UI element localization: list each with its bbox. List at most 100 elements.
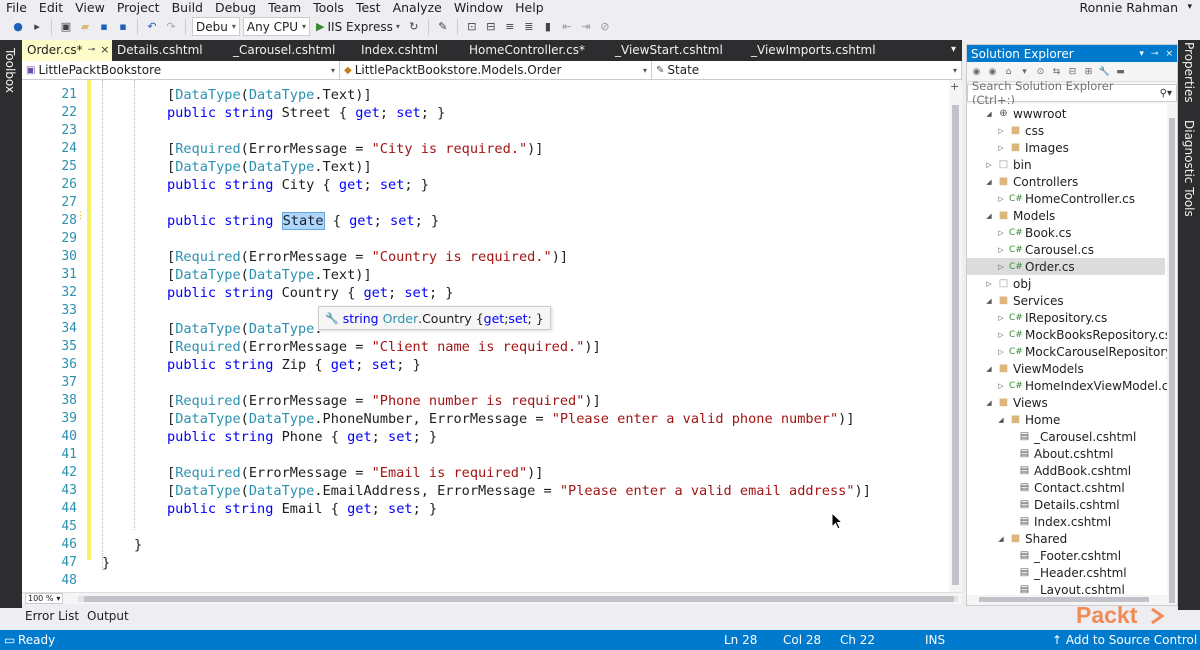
tab-details-cshtml[interactable]: Details.cshtml xyxy=(112,40,228,61)
expanded-arrow-icon[interactable]: ◢ xyxy=(996,535,1006,543)
menu-help[interactable]: Help xyxy=(509,0,550,15)
tree-item-services[interactable]: ◢ ■ Services xyxy=(984,292,1063,309)
code-editor[interactable]: 21 22 23 24 25 26 27 28 29 30 31 32 33 3… xyxy=(22,80,962,592)
bookmark-icon[interactable]: ▮ xyxy=(540,19,556,35)
tree-item-home[interactable]: ◢ ■ Home xyxy=(996,411,1060,428)
tree-item-wwwroot[interactable]: ◢ ⊕ wwwroot xyxy=(984,105,1066,122)
expanded-arrow-icon[interactable]: ◢ xyxy=(984,399,994,407)
tree-item-addbook-view[interactable]: ▤ AddBook.cshtml xyxy=(1018,462,1131,479)
tree-item-obj[interactable]: ▷ □ obj xyxy=(984,275,1031,292)
user-name[interactable]: Ronnie Rahman xyxy=(1079,0,1178,15)
pending-changes-icon[interactable]: ⊙ xyxy=(1034,65,1047,78)
switch-views-icon[interactable]: ▾ xyxy=(1018,65,1031,78)
expanded-arrow-icon[interactable]: ◢ xyxy=(996,416,1006,424)
tree-item-views[interactable]: ◢ ■ Views xyxy=(984,394,1047,411)
tree-item-order[interactable]: ▷ C# Order.cs xyxy=(967,258,1165,275)
expanded-arrow-icon[interactable]: ◢ xyxy=(984,178,994,186)
menu-file[interactable]: File xyxy=(0,0,33,15)
forward-icon[interactable]: ◉ xyxy=(986,65,999,78)
tab-homecontroller-cs[interactable]: HomeController.cs* xyxy=(464,40,610,61)
tree-item-irepository[interactable]: ▷ C# IRepository.cs xyxy=(996,309,1107,326)
save-all-icon[interactable]: ▪ xyxy=(115,19,131,35)
tab-viewimports-cshtml[interactable]: _ViewImports.cshtml xyxy=(746,40,896,61)
zoom-select[interactable]: 100 % ▾ xyxy=(25,593,64,604)
solution-platform-select[interactable]: Any CPU ▾ xyxy=(242,17,311,36)
solution-explorer-vertical-scrollbar[interactable] xyxy=(1167,104,1177,603)
navigate-forward-icon[interactable]: ▸ xyxy=(29,19,45,35)
split-window-icon[interactable]: + xyxy=(950,80,959,93)
collapsed-arrow-icon[interactable]: ▷ xyxy=(996,229,1006,237)
search-icon[interactable]: ⚲▾ xyxy=(1160,88,1172,99)
tree-item-book[interactable]: ▷ C# Book.cs xyxy=(996,224,1071,241)
tree-item-mockbooksrepository[interactable]: ▷ C# MockBooksRepository.cs xyxy=(996,326,1171,343)
format-icon[interactable]: ⊟ xyxy=(483,19,499,35)
tree-item-mockcarouselrepository[interactable]: ▷ C# MockCarouselRepository.cs xyxy=(996,343,1177,360)
new-project-icon[interactable]: ▣ xyxy=(58,19,74,35)
bookmark-next-icon[interactable]: ⇥ xyxy=(578,19,594,35)
editor-horizontal-scrollbar[interactable] xyxy=(78,596,958,602)
sync-icon[interactable]: ⇆ xyxy=(1050,65,1063,78)
menu-tools[interactable]: Tools xyxy=(307,0,350,15)
collapsed-arrow-icon[interactable]: ▷ xyxy=(996,314,1006,322)
expanded-arrow-icon[interactable]: ◢ xyxy=(984,110,994,118)
tab-error-list[interactable]: Error List xyxy=(25,609,79,623)
start-debugging-button[interactable]: ▶ IIS Express ▾ xyxy=(316,20,400,34)
project-select[interactable]: ▣ LittlePacktBookstore ▾ xyxy=(22,61,340,79)
expanded-arrow-icon[interactable]: ◢ xyxy=(984,212,994,220)
solution-configuration-select[interactable]: Debu ▾ xyxy=(192,17,240,36)
close-icon[interactable]: × xyxy=(100,43,109,61)
preview-selected-icon[interactable]: ▬ xyxy=(1114,65,1127,78)
tree-item-shared[interactable]: ◢ ■ Shared xyxy=(996,530,1067,547)
type-select[interactable]: ◆ LittlePacktBookstore.Models.Order ▾ xyxy=(340,61,652,79)
tree-item-controllers[interactable]: ◢ ■ Controllers xyxy=(984,173,1078,190)
outdent-icon[interactable]: ≣ xyxy=(521,19,537,35)
navigate-back-icon[interactable]: ● xyxy=(10,19,26,35)
lightbulb-icon[interactable]: ⵗ xyxy=(79,211,82,222)
tree-item-details-view[interactable]: ▤ Details.cshtml xyxy=(1018,496,1120,513)
collapsed-arrow-icon[interactable]: ▷ xyxy=(984,161,994,169)
collapse-all-icon[interactable]: ⊟ xyxy=(1066,65,1079,78)
tab-index-cshtml[interactable]: Index.cshtml xyxy=(356,40,464,61)
tree-item-images[interactable]: ▷ ■ Images xyxy=(996,139,1069,156)
menu-edit[interactable]: Edit xyxy=(33,0,69,15)
collapsed-arrow-icon[interactable]: ▷ xyxy=(996,263,1006,271)
tab-viewstart-cshtml[interactable]: _ViewStart.cshtml xyxy=(610,40,746,61)
save-icon[interactable]: ▪ xyxy=(96,19,112,35)
tree-item-index-view[interactable]: ▤ Index.cshtml xyxy=(1018,513,1111,530)
menu-build[interactable]: Build xyxy=(166,0,209,15)
indent-icon[interactable]: ≡ xyxy=(502,19,518,35)
home-icon[interactable]: ⌂ xyxy=(1002,65,1015,78)
expanded-arrow-icon[interactable]: ◢ xyxy=(984,365,994,373)
collapsed-arrow-icon[interactable]: ▷ xyxy=(996,348,1006,356)
add-to-source-control-button[interactable]: ↑ Add to Source Control ▴ xyxy=(1052,633,1200,647)
show-all-files-icon[interactable]: ⊞ xyxy=(1082,65,1095,78)
menu-debug[interactable]: Debug xyxy=(209,0,262,15)
find-icon[interactable]: ⊡ xyxy=(464,19,480,35)
pin-icon[interactable]: ⊸ xyxy=(88,45,96,61)
editor-vertical-scrollbar[interactable]: + xyxy=(949,80,962,592)
tab-carousel-cshtml[interactable]: _Carousel.cshtml xyxy=(228,40,356,61)
redo-icon[interactable]: ↷ xyxy=(163,19,179,35)
open-file-icon[interactable]: ▰ xyxy=(77,19,93,35)
tree-item-carousel[interactable]: ▷ C# Carousel.cs xyxy=(996,241,1094,258)
collapsed-arrow-icon[interactable]: ▷ xyxy=(996,331,1006,339)
solution-tree[interactable]: ◢ ⊕ wwwroot ▷ ■ css ▷ ■ Images ▷ □ bin ◢ ■ Control… xyxy=(967,104,1177,599)
tree-item-homeindexviewmodel[interactable]: ▷ C# HomeIndexViewModel.cs xyxy=(996,377,1174,394)
tree-item-models[interactable]: ◢ ■ Models xyxy=(984,207,1055,224)
undo-icon[interactable]: ↶ xyxy=(144,19,160,35)
tree-item-carousel-view[interactable]: ▤ _Carousel.cshtml xyxy=(1018,428,1137,445)
member-select[interactable]: ✎ State ▾ xyxy=(652,61,962,79)
scrollbar-thumb[interactable] xyxy=(84,596,954,602)
expanded-arrow-icon[interactable]: ◢ xyxy=(984,297,994,305)
diagnostic-tools-tab[interactable]: Diagnostic Tools xyxy=(1182,120,1196,217)
auto-hide-pin-icon[interactable]: ⊸ xyxy=(1151,49,1159,59)
clear-bookmarks-icon[interactable]: ⊘ xyxy=(597,19,613,35)
code-area[interactable]: [DataType(DataType.Text)] public string … xyxy=(102,80,942,592)
tree-item-bin[interactable]: ▷ □ bin xyxy=(984,156,1031,173)
tree-item-contact-view[interactable]: ▤ Contact.cshtml xyxy=(1018,479,1125,496)
collapsed-arrow-icon[interactable]: ▷ xyxy=(996,127,1006,135)
collapsed-arrow-icon[interactable]: ▷ xyxy=(996,195,1006,203)
menu-analyze[interactable]: Analyze xyxy=(387,0,448,15)
menu-team[interactable]: Team xyxy=(262,0,307,15)
tree-item-css[interactable]: ▷ ■ css xyxy=(996,122,1044,139)
